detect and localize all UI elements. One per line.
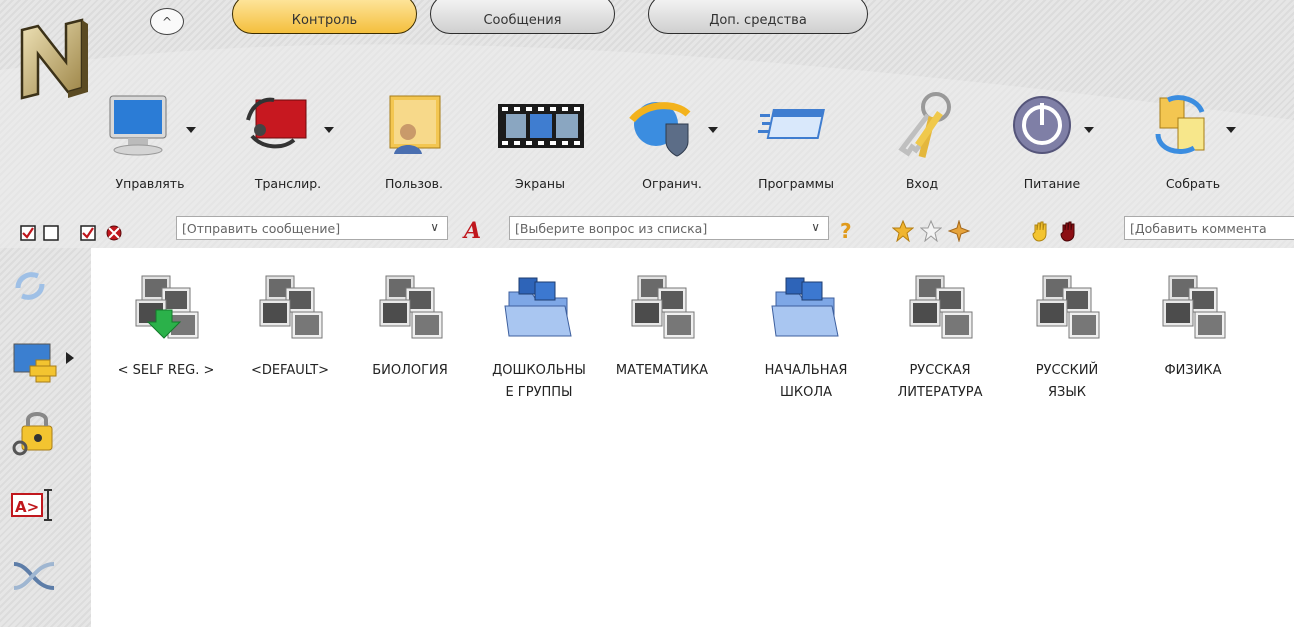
- group-label-line: ШКОЛА: [779, 385, 833, 400]
- chevron-down-icon: [1084, 127, 1094, 133]
- group-label-line: ЛИТЕРАТУРА: [897, 385, 983, 400]
- tab-kontrol[interactable]: Контроль: [232, 0, 417, 34]
- group-item[interactable]: <DEFAULT>: [235, 270, 345, 382]
- send-message-combo[interactable]: [Отправить сообщение] ∨: [176, 216, 448, 240]
- star-award-icon[interactable]: [892, 220, 914, 242]
- chevron-down-icon: [186, 127, 196, 133]
- svg-text:?: ?: [840, 219, 852, 242]
- add-comment-combo[interactable]: [Добавить коммента: [1124, 216, 1294, 240]
- computers-icon: [909, 275, 973, 339]
- group-label: НАЧАЛЬНАЯ ШКОЛА: [765, 360, 848, 404]
- hand-yellow-icon[interactable]: [1030, 220, 1052, 242]
- group-label-line: ФИЗИКА: [1164, 363, 1222, 378]
- group-label-line: НАЧАЛЬНАЯ: [764, 363, 848, 378]
- group-label-line: РУССКИЙ: [1035, 363, 1099, 378]
- user-screen-icon: [389, 95, 441, 154]
- group-label: РУССКИЙ ЯЗЫК: [1036, 360, 1099, 404]
- group-item[interactable]: РУССКИЙ ЯЗЫК: [1012, 270, 1122, 404]
- chevron-up-icon: ^: [161, 14, 173, 29]
- group-item[interactable]: ДОШКОЛЬНЫ Е ГРУППЫ: [484, 270, 594, 404]
- chevron-down-icon: ∨: [811, 220, 820, 234]
- add-computer-icon[interactable]: [10, 338, 80, 388]
- keys-icon: [898, 92, 951, 158]
- question-list-combo[interactable]: [Выберите вопрос из списка] ∨: [509, 216, 829, 240]
- font-style-icon[interactable]: A: [460, 218, 486, 242]
- group-label: РУССКАЯ ЛИТЕРАТУРА: [898, 360, 983, 404]
- monitor-icon: [109, 95, 167, 156]
- tool-programmy[interactable]: Программы: [756, 80, 836, 200]
- text-input-icon[interactable]: A>: [10, 484, 58, 524]
- group-label-line: МАТЕМАТИКА: [615, 363, 709, 378]
- cables-icon[interactable]: [10, 552, 58, 600]
- tool-pitanie[interactable]: Питание: [1010, 80, 1094, 200]
- computers-icon: [259, 275, 323, 339]
- help-question-icon[interactable]: ?: [836, 218, 860, 242]
- collect-files-icon: [1155, 95, 1205, 154]
- group-label: МАТЕМАТИКА: [616, 360, 708, 382]
- tool-sobrat[interactable]: Собрать: [1150, 80, 1236, 200]
- chevron-down-icon: [1226, 127, 1236, 133]
- group-label: ФИЗИКА: [1164, 360, 1221, 382]
- tool-upravlyat[interactable]: Управлять: [104, 80, 196, 200]
- group-label-line: Е ГРУППЫ: [505, 385, 573, 400]
- netsupport-logo-icon: [20, 18, 88, 100]
- group-label: <DEFAULT>: [251, 360, 329, 382]
- folder-computers-icon: [504, 277, 572, 337]
- power-icon: [1013, 96, 1071, 154]
- group-item[interactable]: БИОЛОГИЯ: [355, 270, 465, 382]
- group-item[interactable]: МАТЕМАТИКА: [607, 270, 717, 382]
- filmstrip-icon: [498, 104, 584, 148]
- computers-icon: [379, 275, 443, 339]
- group-label: ДОШКОЛЬНЫ Е ГРУППЫ: [492, 360, 586, 404]
- chevron-down-icon: ∨: [430, 220, 439, 234]
- group-label-line: ДОШКОЛЬНЫ: [492, 363, 586, 378]
- group-label-line: < SELF REG. >: [117, 363, 215, 378]
- computers-download-icon: [135, 275, 199, 339]
- browser-shield-icon: [629, 102, 691, 157]
- chevron-down-icon: [324, 127, 334, 133]
- tool-ogranich[interactable]: Огранич.: [626, 80, 718, 200]
- computers-icon: [1036, 275, 1100, 339]
- tool-translir[interactable]: Транслир.: [242, 80, 334, 200]
- block-icon[interactable]: [105, 224, 123, 242]
- chevron-down-icon: [708, 127, 718, 133]
- select-none-checkbox-icon[interactable]: [43, 225, 59, 241]
- invert-selection-checkbox-icon[interactable]: [80, 225, 96, 241]
- computers-icon: [631, 275, 695, 339]
- star-outline-icon[interactable]: [920, 220, 942, 242]
- group-item[interactable]: < SELF REG. >: [111, 270, 221, 382]
- tool-polzov[interactable]: Пользов.: [380, 80, 448, 200]
- tab-soobshcheniya[interactable]: Сообщения: [430, 0, 615, 34]
- svg-text:A>: A>: [15, 498, 39, 516]
- group-label-line: БИОЛОГИЯ: [372, 363, 448, 378]
- computers-icon: [1162, 275, 1226, 339]
- svg-text:A: A: [462, 218, 481, 242]
- refresh-icon[interactable]: [10, 266, 50, 306]
- group-label-line: ЯЗЫК: [1047, 385, 1087, 400]
- group-label-line: РУССКАЯ: [909, 363, 971, 378]
- group-item[interactable]: ФИЗИКА: [1138, 270, 1248, 382]
- group-label: БИОЛОГИЯ: [372, 360, 448, 382]
- group-label-line: <DEFAULT>: [250, 363, 330, 378]
- program-window-icon: [758, 109, 825, 139]
- tool-vkhod[interactable]: Вход: [888, 80, 956, 200]
- collapse-ribbon-button[interactable]: ^: [150, 8, 184, 35]
- login-lock-icon[interactable]: [10, 408, 60, 458]
- select-all-checkbox-icon[interactable]: [20, 225, 36, 241]
- hand-red-icon[interactable]: [1058, 220, 1080, 242]
- broadcast-icon: [246, 97, 307, 149]
- tool-ekrany[interactable]: Экраны: [494, 80, 586, 200]
- group-label: < SELF REG. >: [118, 360, 215, 382]
- star-burst-icon[interactable]: [948, 220, 970, 242]
- group-item[interactable]: РУССКАЯ ЛИТЕРАТУРА: [885, 270, 995, 404]
- folder-computers-icon: [771, 277, 839, 337]
- group-item[interactable]: НАЧАЛЬНАЯ ШКОЛА: [751, 270, 861, 404]
- tab-dop-sredstva[interactable]: Доп. средства: [648, 0, 868, 34]
